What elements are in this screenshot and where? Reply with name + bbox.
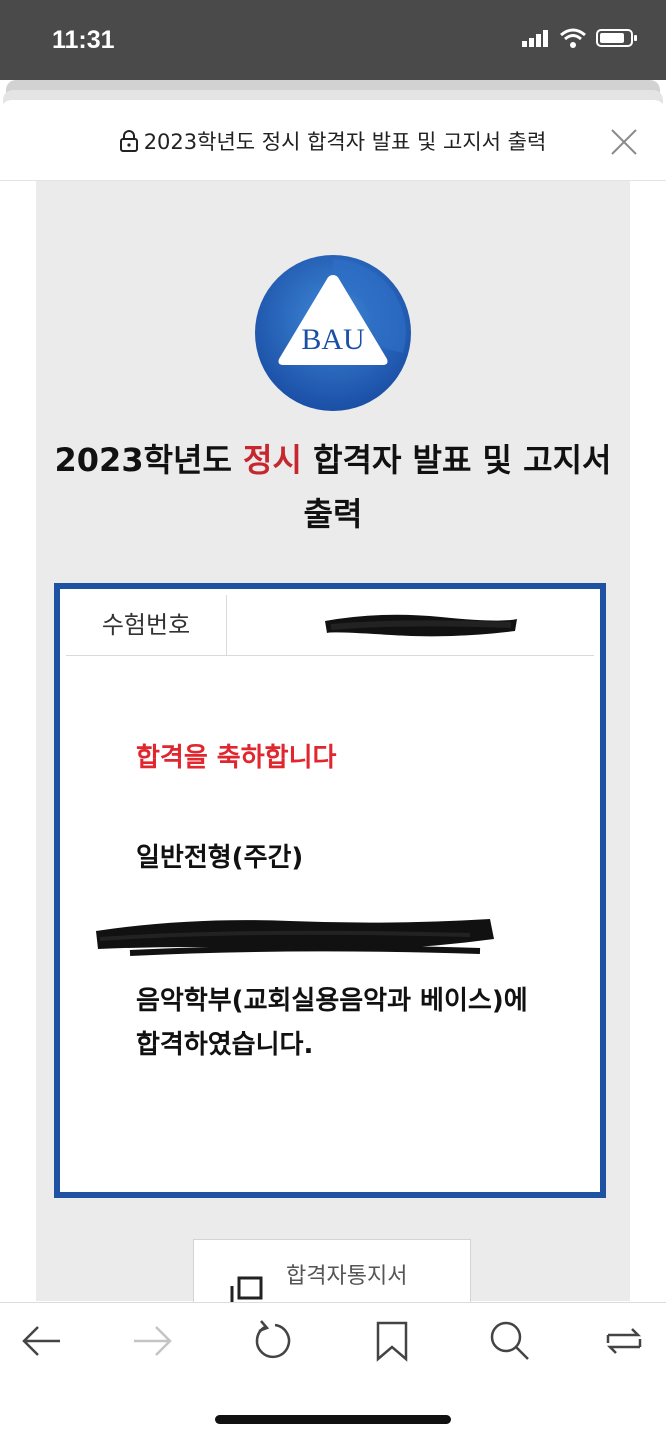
wifi-icon (560, 28, 586, 48)
title-prefix: 2023학년도 (54, 441, 244, 479)
certificate-button[interactable]: 합격자통지서 (193, 1239, 471, 1309)
result-box: 수험번호 합격을 축하합니다 일반전형(주간) 음악학부(교회실용음악과 베이스… (54, 583, 606, 1198)
search-icon[interactable] (488, 1319, 532, 1363)
battery-icon (596, 29, 637, 47)
exam-number-value-redacted (231, 595, 594, 655)
admission-track: 일반전형(주간) (136, 843, 304, 873)
sheet-title-wrap: 2023학년도 정시 합격자 발표 및 고지서 출력 (0, 126, 666, 156)
department-message: 음악학부(교회실용음악과 베이스)에 합격하였습니다. (136, 979, 556, 1067)
title-suffix: 합격자 발표 및 고지서 출력 (301, 441, 612, 533)
redaction-mark (96, 919, 494, 956)
redaction-mark (325, 614, 517, 637)
page-content: BAU 2023학년도 정시 합격자 발표 및 고지서 출력 수험번호 합격을 … (36, 181, 630, 1309)
signal-icon (522, 30, 548, 47)
exam-number-row: 수험번호 (66, 595, 594, 656)
department-line: 음악학부(교회실용음악과 베이스)에 (136, 986, 528, 1016)
title-accent: 정시 (243, 441, 302, 479)
congrats-message: 합격을 축하합니다 (136, 743, 337, 773)
share-icon[interactable] (602, 1319, 646, 1363)
home-indicator (215, 1415, 451, 1424)
bookmark-icon[interactable] (370, 1319, 414, 1363)
reload-icon[interactable] (251, 1319, 295, 1363)
status-bar: 11:31 (0, 0, 666, 80)
status-icons (522, 28, 638, 48)
back-icon[interactable] (20, 1319, 64, 1363)
page-title: 2023학년도 정시 합격자 발표 및 고지서 출력 (36, 433, 630, 541)
status-time: 11:31 (52, 26, 115, 54)
passed-line: 합격하였습니다. (136, 1030, 314, 1060)
forward-icon[interactable] (130, 1319, 174, 1363)
close-icon[interactable] (610, 128, 638, 156)
certificate-button-label: 합격자통지서 (286, 1264, 408, 1289)
lock-icon (119, 130, 138, 152)
exam-number-label: 수험번호 (66, 595, 227, 655)
university-logo: BAU (255, 255, 411, 411)
sheet-header: 2023학년도 정시 합격자 발표 및 고지서 출력 (0, 100, 666, 181)
sheet-title: 2023학년도 정시 합격자 발표 및 고지서 출력 (143, 130, 547, 154)
logo-text: BAU (301, 323, 365, 356)
